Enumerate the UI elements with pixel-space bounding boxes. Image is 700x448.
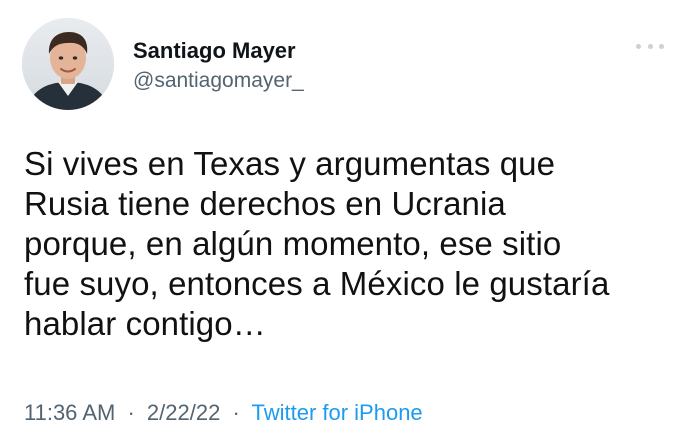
more-dot	[636, 43, 641, 49]
separator: ·	[232, 400, 240, 425]
tweet-text: Si vives en Texas y argumentas que Rusia…	[24, 145, 610, 342]
tweet-source-link[interactable]: Twitter for iPhone	[251, 400, 422, 425]
tweet-metadata: 11:36 AM · 2/22/22 · Twitter for iPhone	[24, 398, 423, 428]
author-display-name[interactable]: Santiago Mayer	[133, 38, 304, 64]
avatar[interactable]	[22, 18, 114, 110]
author-info: Santiago Mayer @santiagomayer_	[133, 38, 304, 93]
tweet-time[interactable]: 11:36 AM	[24, 400, 115, 425]
more-dot	[659, 43, 664, 49]
tweet-header: Santiago Mayer @santiagomayer_	[22, 18, 678, 114]
tweet-date[interactable]: 2/22/22	[147, 400, 220, 425]
more-dot	[647, 43, 653, 49]
more-options-icon[interactable]	[636, 40, 664, 52]
author-handle[interactable]: @santiagomayer_	[133, 69, 304, 93]
separator: ·	[127, 400, 135, 425]
tweet-card: Santiago Mayer @santiagomayer_ Si vives …	[0, 0, 700, 448]
avatar-photo-icon	[22, 18, 114, 110]
